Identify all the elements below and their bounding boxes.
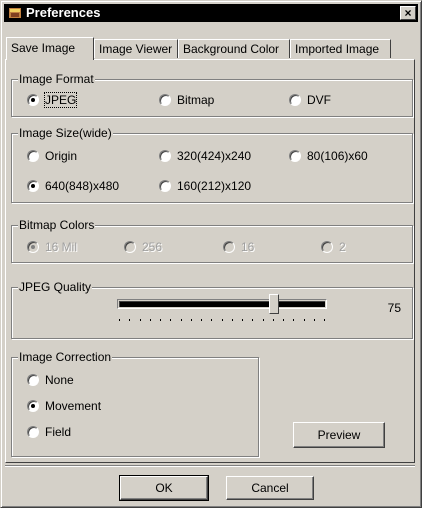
slider-tick — [129, 319, 130, 321]
radio-label-640: 640(848)x480 — [45, 179, 120, 193]
radio-indicator — [27, 400, 39, 412]
radio-label-field: Field — [45, 425, 72, 439]
radio-correction-none[interactable]: None — [27, 373, 74, 387]
slider-tick — [293, 319, 294, 321]
radio-correction-movement[interactable]: Movement — [27, 399, 101, 413]
slider-tick — [181, 319, 182, 321]
quality-value: 75 — [387, 301, 401, 315]
quality-slider-track[interactable] — [117, 299, 327, 309]
slider-tick — [324, 319, 325, 321]
radio-size-origin[interactable]: Origin — [27, 149, 77, 163]
app-icon — [9, 8, 21, 18]
radio-indicator — [27, 426, 39, 438]
radio-label-16mil: 16 Mil — [45, 240, 78, 254]
radio-size-320[interactable]: 320(424)x240 — [159, 149, 251, 163]
slider-tick — [263, 319, 264, 321]
slider-tick — [314, 319, 315, 321]
radio-indicator — [159, 94, 171, 106]
radio-label-256: 256 — [142, 240, 163, 254]
quality-slider-groove — [119, 301, 325, 307]
radio-colors-2[interactable]: 2 — [321, 240, 346, 254]
radio-label-2: 2 — [339, 240, 346, 254]
jpeg-quality-label: JPEG Quality — [18, 280, 93, 294]
radio-indicator — [27, 374, 39, 386]
cancel-button[interactable]: Cancel — [226, 476, 314, 500]
title-bar[interactable]: Preferences × — [4, 4, 418, 22]
radio-label-origin: Origin — [45, 149, 78, 163]
slider-tick — [252, 319, 253, 321]
radio-indicator — [289, 150, 301, 162]
slider-tick — [222, 319, 223, 321]
radio-label-80: 80(106)x60 — [307, 149, 368, 163]
radio-label-320: 320(424)x240 — [177, 149, 252, 163]
tab-background-color[interactable]: Background Color — [178, 39, 290, 58]
radio-indicator — [124, 241, 136, 253]
radio-size-80[interactable]: 80(106)x60 — [289, 149, 368, 163]
radio-indicator — [27, 241, 39, 253]
slider-tick — [170, 319, 171, 321]
slider-tick — [242, 319, 243, 321]
radio-label-dvf: DVF — [307, 93, 331, 107]
radio-correction-field[interactable]: Field — [27, 425, 71, 439]
radio-indicator — [27, 94, 39, 106]
quality-slider-thumb[interactable] — [268, 294, 279, 314]
slider-tick — [201, 319, 202, 321]
radio-colors-16[interactable]: 16 — [223, 240, 254, 254]
jpeg-quality-group: JPEG Quality — [11, 280, 413, 339]
slider-tick — [160, 319, 161, 321]
image-correction-label: Image Correction — [18, 350, 113, 364]
slider-tick — [273, 319, 274, 321]
quality-slider-ticks — [119, 317, 325, 322]
radio-colors-256[interactable]: 256 — [124, 240, 162, 254]
radio-label-jpeg: JPEG — [43, 92, 78, 108]
radio-indicator — [223, 241, 235, 253]
tab-imported-image[interactable]: Imported Image — [290, 39, 391, 58]
tab-image-viewer[interactable]: Image Viewer — [94, 39, 178, 58]
radio-label-160: 160(212)x120 — [177, 179, 252, 193]
radio-indicator — [321, 241, 333, 253]
slider-tick — [304, 319, 305, 321]
slider-tick — [232, 319, 233, 321]
radio-label-16: 16 — [241, 240, 255, 254]
radio-dvf[interactable]: DVF — [289, 93, 331, 107]
slider-tick — [191, 319, 192, 321]
radio-size-640[interactable]: 640(848)x480 — [27, 179, 119, 193]
radio-label-movement: Movement — [45, 399, 102, 413]
radio-label-bitmap: Bitmap — [177, 93, 215, 107]
preview-button[interactable]: Preview — [293, 422, 385, 448]
tab-save-image[interactable]: Save Image — [6, 37, 94, 60]
ok-button[interactable]: OK — [119, 475, 209, 501]
image-format-label: Image Format — [18, 72, 95, 86]
radio-bitmap[interactable]: Bitmap — [159, 93, 214, 107]
preferences-window: Preferences × Save Image Image Viewer Ba… — [0, 0, 422, 508]
bitmap-colors-label: Bitmap Colors — [18, 218, 96, 232]
radio-indicator — [27, 150, 39, 162]
radio-indicator — [27, 180, 39, 192]
radio-indicator — [159, 150, 171, 162]
slider-tick — [150, 319, 151, 321]
slider-tick — [119, 319, 120, 321]
image-size-label: Image Size(wide) — [18, 126, 113, 140]
close-button[interactable]: × — [400, 6, 416, 20]
window-title: Preferences — [26, 5, 101, 20]
slider-tick — [140, 319, 141, 321]
slider-tick — [211, 319, 212, 321]
radio-colors-16mil[interactable]: 16 Mil — [27, 240, 77, 254]
radio-jpeg[interactable]: JPEG — [27, 92, 78, 108]
slider-tick — [283, 319, 284, 321]
radio-label-none: None — [45, 373, 74, 387]
radio-indicator — [289, 94, 301, 106]
radio-size-160[interactable]: 160(212)x120 — [159, 179, 251, 193]
radio-indicator — [159, 180, 171, 192]
footer-separator — [5, 465, 415, 467]
